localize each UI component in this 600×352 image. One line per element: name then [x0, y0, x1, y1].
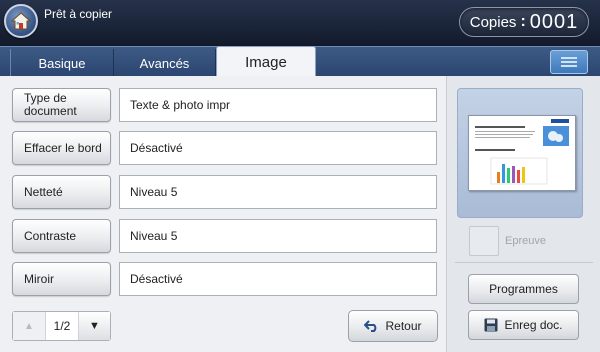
page-indicator: 1/2 — [45, 312, 79, 340]
type-document-button[interactable]: Type de document — [12, 88, 111, 122]
floppy-disk-icon — [484, 318, 498, 332]
copies-separator: : — [520, 13, 526, 30]
menu-button[interactable] — [550, 50, 588, 74]
preview-thumbnail — [468, 115, 576, 191]
tab-basique[interactable]: Basique — [10, 49, 114, 77]
side-panel: Epreuve Programmes Enreg doc. — [446, 76, 600, 352]
nettete-value[interactable]: Niveau 5 — [119, 175, 437, 209]
page-navigator: ▲ 1/2 ▼ — [12, 311, 111, 341]
page-up-button[interactable]: ▲ — [13, 312, 45, 340]
enreg-doc-button[interactable]: Enreg doc. — [468, 310, 579, 340]
page-down-button[interactable]: ▼ — [79, 312, 110, 340]
retour-button[interactable]: Retour — [348, 310, 438, 342]
effacer-bord-value[interactable]: Désactivé — [119, 131, 437, 165]
home-icon — [11, 12, 31, 30]
epreuve-label: Epreuve — [505, 235, 546, 247]
nettete-button[interactable]: Netteté — [12, 175, 111, 209]
main-panel: Type de document Texte & photo impr Effa… — [0, 76, 600, 352]
miroir-value[interactable]: Désactivé — [119, 262, 437, 296]
copies-value: 0001 — [529, 10, 579, 33]
copies-label: Copies — [469, 13, 517, 31]
side-divider — [455, 262, 593, 263]
retour-label: Retour — [385, 319, 422, 333]
epreuve-checkbox[interactable] — [469, 226, 499, 256]
effacer-bord-button[interactable]: Effacer le bord — [12, 131, 111, 165]
contraste-button[interactable]: Contraste — [12, 219, 111, 253]
enreg-doc-label: Enreg doc. — [504, 318, 563, 332]
header-bar: Prêt à copier Copies : 0001 — [0, 0, 600, 46]
miroir-button[interactable]: Miroir — [12, 262, 111, 296]
programmes-button[interactable]: Programmes — [468, 274, 579, 304]
options-panel: Type de document Texte & photo impr Effa… — [0, 76, 446, 352]
arrow-up-icon: ▲ — [24, 320, 34, 332]
home-button[interactable] — [4, 4, 38, 38]
type-document-value[interactable]: Texte & photo impr — [119, 88, 437, 122]
tab-avances[interactable]: Avancés — [114, 49, 216, 77]
contraste-value[interactable]: Niveau 5 — [119, 219, 437, 253]
document-preview — [457, 88, 583, 218]
back-arrow-icon — [364, 320, 377, 332]
programmes-label: Programmes — [489, 282, 558, 296]
tab-bar: Basique Avancés Image — [0, 46, 600, 78]
copies-counter[interactable]: Copies : 0001 — [459, 7, 589, 37]
tab-image[interactable]: Image — [216, 46, 316, 78]
app-title: Prêt à copier — [44, 7, 113, 21]
arrow-down-icon: ▼ — [89, 320, 100, 332]
